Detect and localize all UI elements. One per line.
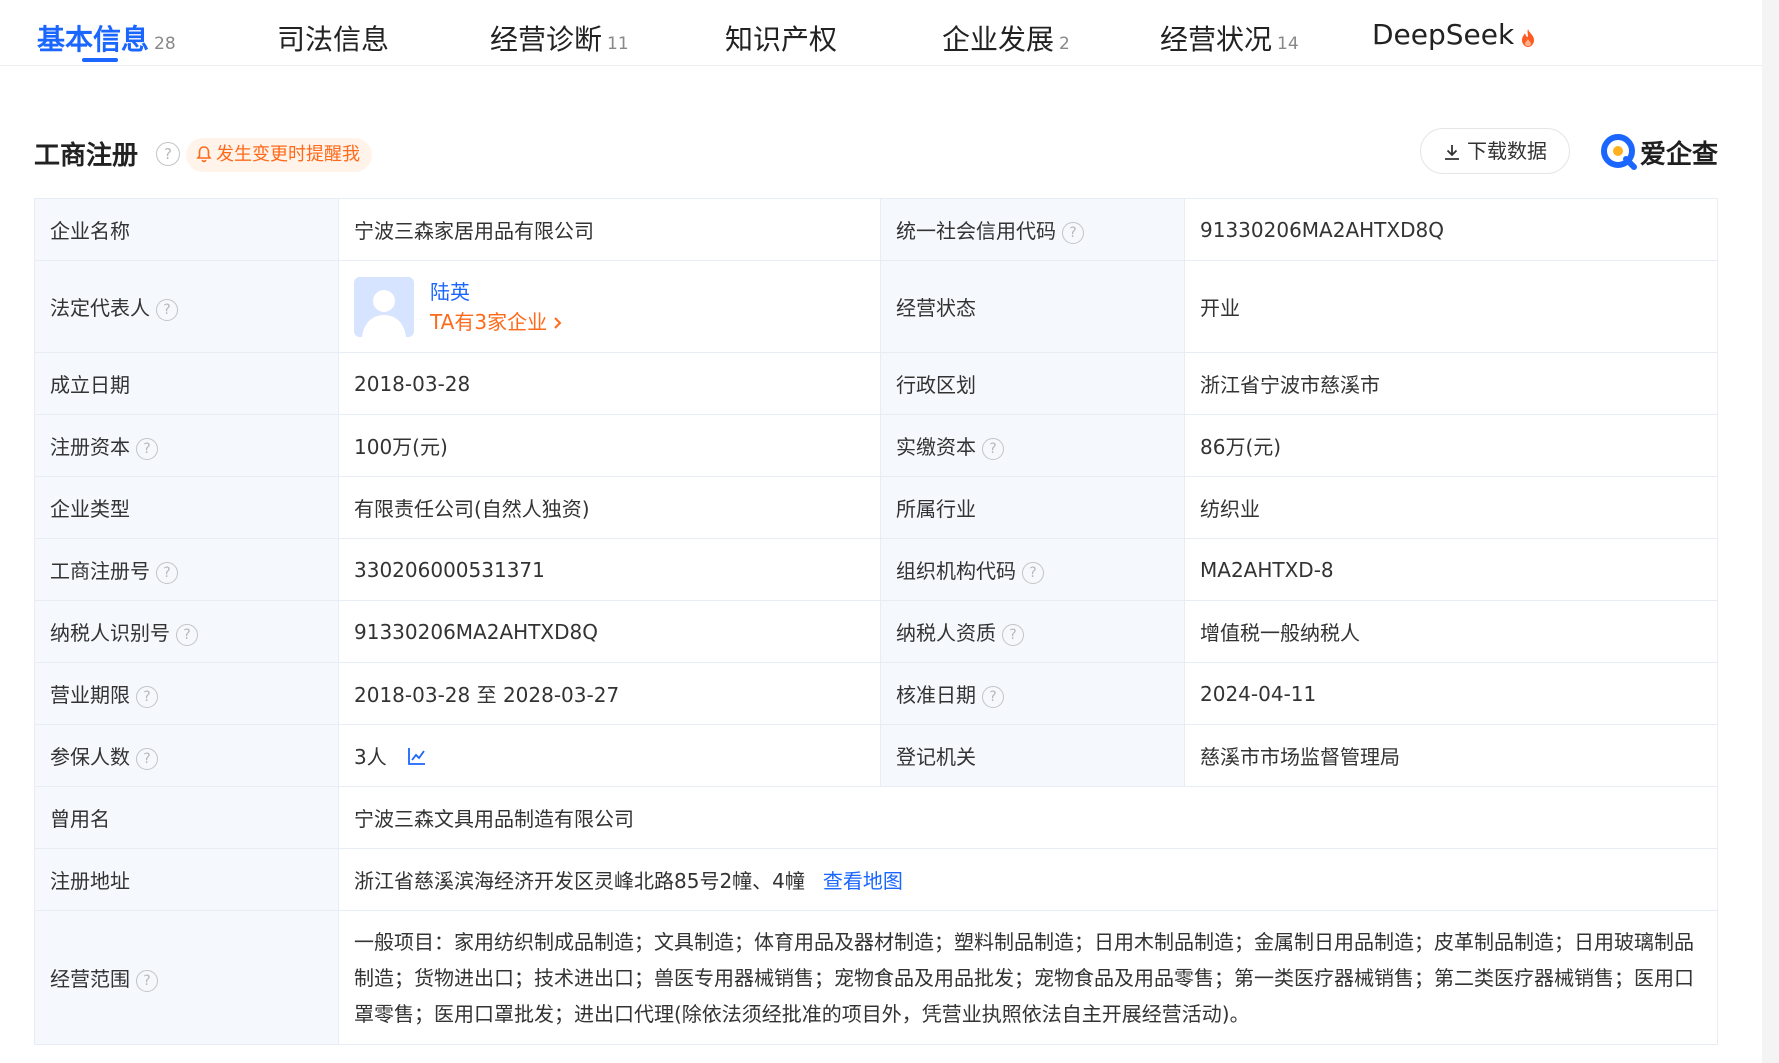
table-row: 纳税人识别号? 91330206MA2AHTXD8Q 纳税人资质? 增值税一般纳… (34, 600, 1718, 663)
tab-count: 14 (1277, 34, 1299, 54)
tax-qual-value: 增值税一般纳税人 (1184, 600, 1718, 663)
download-icon (1445, 145, 1459, 160)
table-row: 注册资本? 100万(元) 实缴资本? 86万(元) (34, 414, 1718, 477)
tab-count: 2 (1059, 34, 1070, 54)
tab-count: 11 (607, 34, 629, 54)
bell-icon (196, 146, 212, 163)
table-row: 企业类型 有限责任公司(自然人独资) 所属行业 纺织业 (34, 476, 1718, 539)
reg-no-label: 工商注册号? (34, 538, 339, 601)
insured-cell: 3人 (338, 724, 881, 787)
address-value: 浙江省慈溪滨海经济开发区灵峰北路85号2幢、4幢 (354, 869, 805, 893)
tab-judicial-info[interactable]: 司法信息 (277, 18, 389, 58)
help-icon[interactable]: ? (982, 437, 1004, 460)
table-row: 参保人数? 3人 登记机关 慈溪市市场监督管理局 (34, 724, 1718, 787)
table-row: 企业名称 宁波三森家居用品有限公司 统一社会信用代码? 91330206MA2A… (34, 198, 1718, 261)
reg-capital-label: 注册资本? (34, 414, 339, 477)
company-type-label: 企业类型 (34, 476, 339, 539)
tab-count: 28 (154, 34, 176, 54)
table-row: 营业期限? 2018-03-28 至 2028-03-27 核准日期? 2024… (34, 662, 1718, 725)
download-data-button[interactable]: 下载数据 (1420, 128, 1570, 174)
top-tab-bar: 基本信息 28 司法信息 经营诊断 11 知识产权 企业发展 2 经营状况 14 Dee… (0, 0, 1762, 66)
tab-intellectual-property[interactable]: 知识产权 (725, 18, 837, 58)
company-type-value: 有限责任公司(自然人独资) (338, 476, 881, 539)
authority-label: 登记机关 (880, 724, 1185, 787)
authority-value: 慈溪市市场监督管理局 (1184, 724, 1718, 787)
tab-basic-info[interactable]: 基本信息 28 (37, 18, 176, 58)
legal-rep-cell: 陆英 TA有3家企业 (338, 260, 881, 353)
status-label: 经营状态 (880, 260, 1185, 353)
tax-qual-label: 纳税人资质? (880, 600, 1185, 663)
avatar[interactable] (354, 276, 414, 337)
company-name-value: 宁波三森家居用品有限公司 (338, 198, 881, 261)
company-name-label: 企业名称 (34, 198, 339, 261)
brand-logo[interactable]: 爱企查 (1600, 133, 1718, 173)
trend-chart-icon[interactable] (407, 746, 427, 766)
reg-no-value: 330206000531371 (338, 538, 881, 601)
credit-code-value: 91330206MA2AHTXD8Q (1184, 198, 1718, 261)
help-icon[interactable]: ? (156, 561, 178, 584)
org-code-value: MA2AHTXD-8 (1184, 538, 1718, 601)
tab-business-status[interactable]: 经营状况 14 (1160, 18, 1299, 58)
table-row: 法定代表人? 陆英 TA有3家企业 经营状态 开业 (34, 260, 1718, 353)
help-icon[interactable]: ? (136, 685, 158, 708)
reg-capital-value: 100万(元) (338, 414, 881, 477)
flame-icon (1520, 22, 1536, 55)
help-icon[interactable]: ? (1002, 623, 1024, 646)
insured-label: 参保人数? (34, 724, 339, 787)
scope-value: 一般项目：家用纺织制成品制造；文具制造；体育用品及器材制造；塑料制品制造；日用木… (338, 910, 1718, 1045)
table-row: 工商注册号? 330206000531371 组织机构代码? MA2AHTXD-… (34, 538, 1718, 601)
paid-capital-label: 实缴资本? (880, 414, 1185, 477)
tab-deepseek[interactable]: DeepSeek (1372, 18, 1536, 55)
help-icon[interactable]: ? (156, 298, 178, 321)
vertical-scrollbar[interactable] (1762, 0, 1779, 1063)
industry-label: 所属行业 (880, 476, 1185, 539)
term-label: 营业期限? (34, 662, 339, 725)
table-row: 经营范围? 一般项目：家用纺织制成品制造；文具制造；体育用品及器材制造；塑料制品… (34, 910, 1718, 1045)
address-cell: 浙江省慈溪滨海经济开发区灵峰北路85号2幢、4幢 查看地图 (338, 848, 1718, 911)
tab-enterprise-development[interactable]: 企业发展 2 (942, 18, 1070, 58)
help-icon[interactable]: ? (176, 623, 198, 646)
change-reminder-button[interactable]: 发生变更时提醒我 (186, 138, 372, 172)
scope-label: 经营范围? (34, 910, 339, 1045)
view-map-link[interactable]: 查看地图 (823, 869, 903, 893)
approve-date-value: 2024-04-11 (1184, 662, 1718, 725)
industry-value: 纺织业 (1184, 476, 1718, 539)
legal-rep-name-link[interactable]: 陆英 (430, 277, 563, 307)
chevron-right-icon (554, 316, 562, 329)
term-value: 2018-03-28 至 2028-03-27 (338, 662, 881, 725)
tax-id-value: 91330206MA2AHTXD8Q (338, 600, 881, 663)
org-code-label: 组织机构代码? (880, 538, 1185, 601)
credit-code-label: 统一社会信用代码? (880, 198, 1185, 261)
region-label: 行政区划 (880, 352, 1185, 415)
help-icon[interactable]: ? (136, 969, 158, 992)
former-name-value: 宁波三森文具用品制造有限公司 (338, 786, 1718, 849)
legal-rep-companies-link[interactable]: TA有3家企业 (430, 307, 563, 337)
status-value: 开业 (1184, 260, 1718, 353)
section-title: 工商注册 (34, 141, 139, 171)
table-row: 曾用名 宁波三森文具用品制造有限公司 (34, 786, 1718, 849)
insured-value: 3人 (354, 745, 387, 769)
address-label: 注册地址 (34, 848, 339, 911)
table-row: 注册地址 浙江省慈溪滨海经济开发区灵峰北路85号2幢、4幢 查看地图 (34, 848, 1718, 911)
region-value: 浙江省宁波市慈溪市 (1184, 352, 1718, 415)
help-icon[interactable]: ? (1062, 221, 1084, 244)
help-icon[interactable]: ? (982, 685, 1004, 708)
tab-business-diagnosis[interactable]: 经营诊断 11 (490, 18, 629, 58)
table-row: 成立日期 2018-03-28 行政区划 浙江省宁波市慈溪市 (34, 352, 1718, 415)
help-icon[interactable]: ? (136, 437, 158, 460)
approve-date-label: 核准日期? (880, 662, 1185, 725)
former-name-label: 曾用名 (34, 786, 339, 849)
founded-value: 2018-03-28 (338, 352, 881, 415)
paid-capital-value: 86万(元) (1184, 414, 1718, 477)
business-registration-table: 企业名称 宁波三森家居用品有限公司 统一社会信用代码? 91330206MA2A… (34, 198, 1718, 1045)
brand-logo-icon (1601, 134, 1637, 170)
active-tab-underline (82, 58, 118, 62)
tax-id-label: 纳税人识别号? (34, 600, 339, 663)
help-icon[interactable]: ? (1022, 561, 1044, 584)
legal-rep-label: 法定代表人? (34, 260, 339, 353)
help-icon[interactable]: ? (156, 142, 180, 166)
founded-label: 成立日期 (34, 352, 339, 415)
help-icon[interactable]: ? (136, 747, 158, 770)
